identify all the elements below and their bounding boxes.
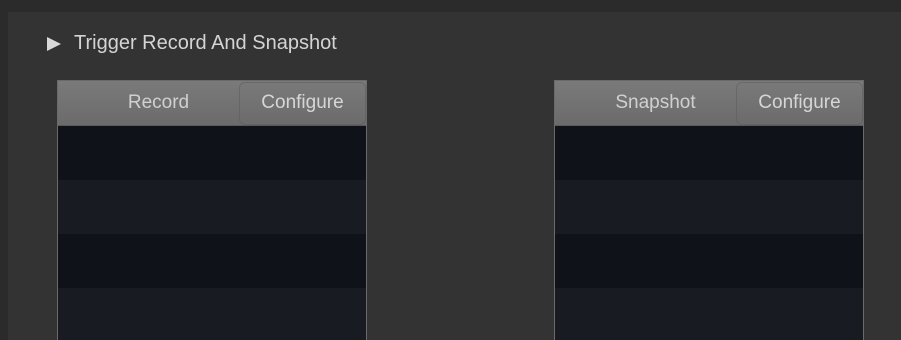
- record-row[interactable]: [58, 288, 366, 340]
- record-configure-button[interactable]: Configure: [239, 81, 366, 125]
- snapshot-grid: Snapshot Configure: [554, 80, 864, 340]
- record-column-header: Record: [127, 92, 190, 113]
- record-row[interactable]: [58, 126, 366, 180]
- snapshot-grid-header: Snapshot Configure: [555, 81, 863, 126]
- section-toggle-trigger-record-snapshot[interactable]: Trigger Record And Snapshot: [47, 27, 337, 59]
- outer-background: [0, 0, 901, 12]
- section-title: Trigger Record And Snapshot: [74, 31, 337, 54]
- snapshot-row[interactable]: [555, 234, 863, 288]
- triangle-right-icon: [47, 36, 61, 51]
- snapshot-row[interactable]: [555, 126, 863, 180]
- snapshot-configure-button[interactable]: Configure: [736, 81, 863, 125]
- record-row[interactable]: [58, 180, 366, 234]
- snapshot-row[interactable]: [555, 288, 863, 340]
- record-grid: Record Configure: [57, 80, 367, 340]
- record-row[interactable]: [58, 234, 366, 288]
- snapshot-column-header: Snapshot: [615, 92, 696, 113]
- record-grid-header: Record Configure: [58, 81, 366, 126]
- snapshot-row[interactable]: [555, 180, 863, 234]
